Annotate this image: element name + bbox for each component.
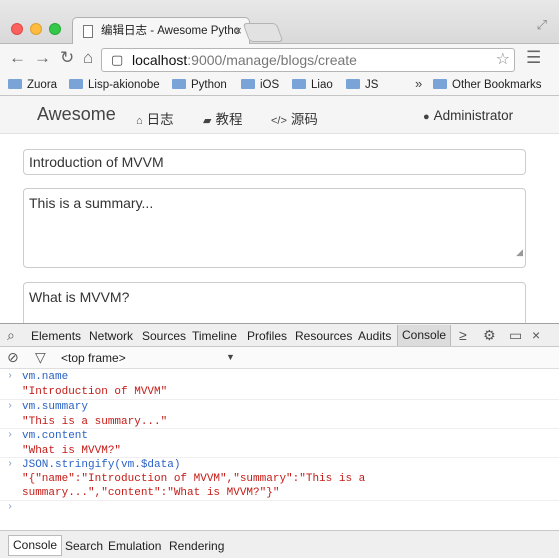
folder-icon bbox=[346, 79, 360, 89]
app-navbar: Awesome ⌂ 日志 ▰ 教程 </> 源码 ● Administrator bbox=[0, 96, 559, 134]
book-icon: ▰ bbox=[203, 115, 212, 127]
content-text: What is MVVM? bbox=[29, 289, 130, 305]
brand[interactable]: Awesome bbox=[37, 104, 116, 125]
console-output: › vm.name "Introduction of MVVM" › vm.summ… bbox=[0, 370, 559, 536]
fullscreen-icon[interactable]: ⤢ bbox=[537, 17, 547, 33]
bookmarks-bar: Zuora Lisp-akionobe Python iOS Liao JS »… bbox=[0, 74, 559, 96]
clear-console-icon[interactable]: ⊘ bbox=[7, 349, 19, 366]
folder-icon bbox=[433, 79, 447, 89]
page-info-icon: ▢ bbox=[111, 52, 124, 67]
address-host: localhost bbox=[132, 52, 188, 68]
prompt-icon: › bbox=[7, 430, 14, 441]
devtools-drawer-tabs: Console Search Emulation Rendering bbox=[0, 530, 559, 558]
browser-tab[interactable]: 编辑日志 - Awesome Pytho × bbox=[72, 17, 250, 44]
prompt-icon: › bbox=[7, 459, 14, 470]
bookmark-star-icon[interactable]: ☆ bbox=[496, 49, 510, 71]
dropdown-arrow-icon[interactable]: ▼ bbox=[226, 352, 235, 362]
folder-icon bbox=[241, 79, 255, 89]
frame-selector[interactable]: <top frame> bbox=[61, 351, 126, 365]
tab-console[interactable]: Console bbox=[397, 325, 452, 346]
nav-item-tutorials[interactable]: ▰ 教程 bbox=[203, 108, 242, 128]
user-menu[interactable]: ● Administrator bbox=[423, 108, 513, 123]
close-window-button[interactable] bbox=[11, 23, 23, 35]
bookmark-item[interactable]: Zuora bbox=[8, 77, 57, 93]
tab-title: 编辑日志 - Awesome Pytho bbox=[101, 25, 241, 37]
summary-text: This is a summary... bbox=[29, 195, 154, 211]
home-icon[interactable]: ⌂ bbox=[83, 48, 93, 68]
prompt-icon: › bbox=[7, 502, 14, 513]
browser-toolbar: ← → ↻ ⌂ ▢ localhost:9000/manage/blogs/cr… bbox=[0, 44, 559, 74]
page-viewport: Awesome ⌂ 日志 ▰ 教程 </> 源码 ● Administrator Int… bbox=[0, 96, 559, 323]
close-tab-icon[interactable]: × bbox=[234, 18, 242, 44]
blog-content-textarea[interactable]: What is MVVM? bbox=[23, 282, 526, 323]
code-icon: </> bbox=[271, 115, 287, 127]
search-icon[interactable]: ⌕ bbox=[7, 327, 15, 344]
dock-icon[interactable]: ▭ bbox=[509, 327, 522, 344]
folder-icon bbox=[69, 79, 83, 89]
zoom-window-button[interactable] bbox=[49, 23, 61, 35]
devtools-panel: ⌕ Elements Network Sources Timeline Prof… bbox=[0, 323, 559, 558]
prompt-icon: › bbox=[7, 401, 14, 412]
drawer-tab-console[interactable]: Console bbox=[8, 535, 63, 556]
address-path: :9000/manage/blogs/create bbox=[187, 52, 357, 68]
tab-resources[interactable]: Resources bbox=[295, 329, 352, 343]
devtools-tabbar: ⌕ Elements Network Sources Timeline Prof… bbox=[0, 324, 559, 347]
drawer-tab-rendering[interactable]: Rendering bbox=[169, 539, 224, 553]
address-bar[interactable]: ▢ localhost:9000/manage/blogs/create ☆ bbox=[101, 48, 515, 72]
console-toolbar: ⊘ ▽ <top frame> ▼ bbox=[0, 347, 559, 369]
user-icon: ● bbox=[423, 111, 430, 123]
drawer-tab-search[interactable]: Search bbox=[65, 539, 103, 553]
gear-icon[interactable]: ⚙ bbox=[483, 327, 496, 344]
tab-elements[interactable]: Elements bbox=[31, 329, 81, 343]
nav-item-source[interactable]: </> 源码 bbox=[271, 108, 318, 128]
forward-arrow-icon[interactable]: → bbox=[34, 48, 51, 68]
menu-icon[interactable]: ☰ bbox=[526, 48, 541, 68]
close-icon[interactable]: × bbox=[532, 327, 540, 343]
reload-icon[interactable]: ↻ bbox=[60, 48, 74, 68]
filter-icon[interactable]: ▽ bbox=[35, 349, 46, 366]
bookmark-item[interactable]: Liao bbox=[292, 77, 333, 93]
page-icon bbox=[83, 25, 93, 38]
bookmark-item[interactable]: Python bbox=[172, 77, 227, 93]
other-bookmarks[interactable]: Other Bookmarks bbox=[433, 77, 541, 93]
drawer-tab-emulation[interactable]: Emulation bbox=[108, 539, 161, 553]
bookmark-item[interactable]: Lisp-akionobe bbox=[69, 77, 160, 93]
resize-handle-icon[interactable]: ◢ bbox=[516, 239, 523, 265]
more-bookmarks-chevron[interactable]: » bbox=[415, 76, 422, 91]
back-arrow-icon[interactable]: ← bbox=[9, 48, 26, 68]
new-tab-button[interactable] bbox=[242, 23, 284, 42]
nav-item-blogs[interactable]: ⌂ 日志 bbox=[136, 108, 174, 128]
tab-profiles[interactable]: Profiles bbox=[247, 329, 287, 343]
blog-summary-textarea[interactable]: This is a summary... ◢ bbox=[23, 188, 526, 268]
drawer-toggle-icon[interactable]: ≥ bbox=[459, 327, 467, 343]
folder-icon bbox=[172, 79, 186, 89]
home-icon: ⌂ bbox=[136, 115, 143, 127]
bookmark-item[interactable]: iOS bbox=[241, 77, 279, 93]
prompt-icon: › bbox=[7, 371, 14, 382]
tab-network[interactable]: Network bbox=[89, 329, 133, 343]
tab-timeline[interactable]: Timeline bbox=[192, 329, 237, 343]
folder-icon bbox=[292, 79, 306, 89]
tab-audits[interactable]: Audits bbox=[358, 329, 391, 343]
window-titlebar: 编辑日志 - Awesome Pytho × ⤢ bbox=[0, 0, 559, 44]
minimize-window-button[interactable] bbox=[30, 23, 42, 35]
bookmark-item[interactable]: JS bbox=[346, 77, 378, 93]
tab-sources[interactable]: Sources bbox=[142, 329, 186, 343]
folder-icon bbox=[8, 79, 22, 89]
blog-name-input[interactable]: Introduction of MVVM bbox=[23, 149, 526, 175]
